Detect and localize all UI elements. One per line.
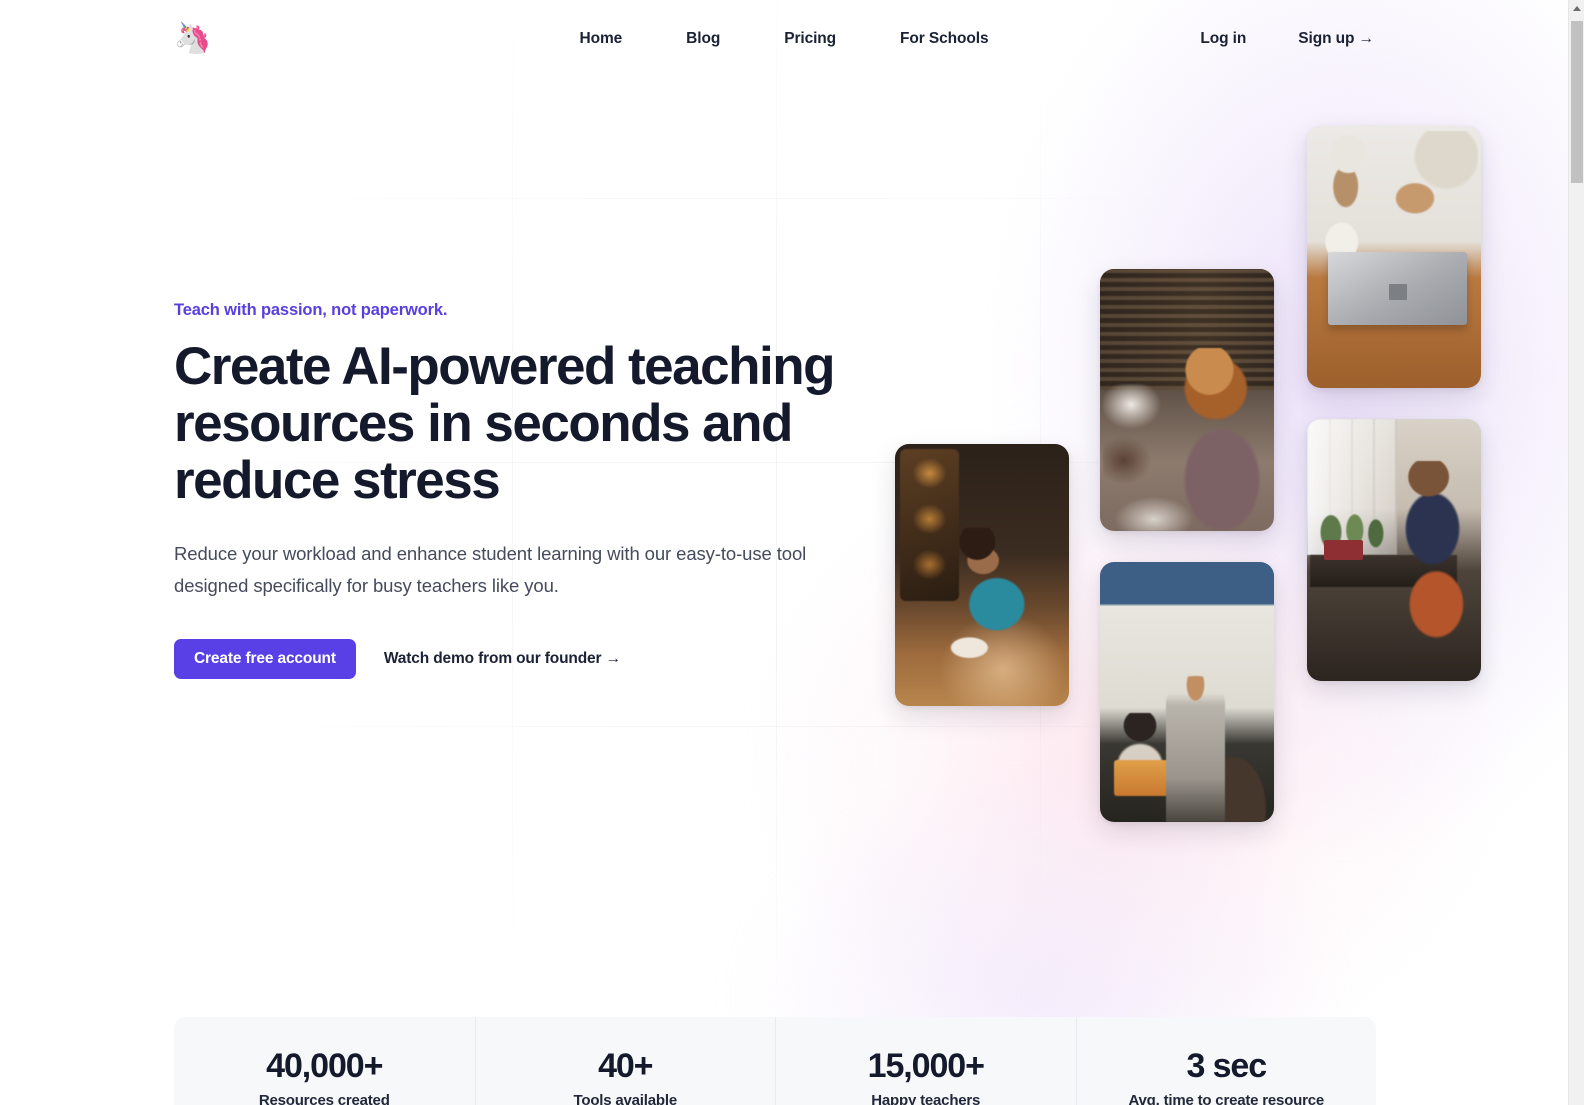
scrollbar-thumb[interactable] — [1571, 21, 1583, 183]
page-root: 🦄 Home Blog Pricing For Schools Log in S… — [0, 0, 1568, 1105]
photo-woman-laptop[interactable] — [1100, 269, 1274, 531]
photo-classroom-foreground-head — [1197, 718, 1271, 822]
page-title: Create AI-powered teaching resources in … — [174, 337, 835, 511]
stat-avg-time: 3 sec Avg. time to create resource — [1075, 1017, 1377, 1105]
stat-label: Resources created — [258, 1091, 390, 1105]
nav-item-home[interactable]: Home — [579, 30, 622, 48]
stat-label: Tools available — [573, 1091, 678, 1105]
browser-viewport: 🦄 Home Blog Pricing For Schools Log in S… — [0, 0, 1584, 1105]
stat-resources-created: 40,000+ Resources created — [174, 1017, 475, 1105]
watch-demo-link[interactable]: Watch demo from our founder → — [384, 650, 621, 668]
photo-girl-studying-window[interactable] — [1307, 419, 1481, 681]
stat-value: 40+ — [598, 1047, 653, 1085]
photo-child-drawing-image — [895, 444, 1069, 706]
photo-man-writing-image — [1307, 126, 1481, 388]
caret-up-icon — [1572, 5, 1581, 11]
stat-value: 40,000+ — [266, 1047, 383, 1085]
photo-girl-studying-image — [1307, 419, 1481, 681]
site-header: 🦄 Home Blog Pricing For Schools Log in S… — [0, 0, 1568, 78]
photo-woman-figure — [1169, 347, 1274, 531]
nav-item-blog[interactable]: Blog — [686, 30, 720, 48]
stat-label: Happy teachers — [871, 1091, 981, 1105]
stat-happy-teachers: 15,000+ Happy teachers — [775, 1017, 1076, 1105]
stat-tools-available: 40+ Tools available — [474, 1017, 776, 1105]
photo-classroom-hand-raised[interactable] — [1100, 562, 1274, 822]
photo-laptop — [1327, 251, 1468, 326]
create-free-account-button[interactable]: Create free account — [174, 639, 356, 680]
photo-woman-laptop-image — [1100, 269, 1274, 531]
nav-item-for-schools[interactable]: For Schools — [900, 30, 989, 48]
stat-label: Avg. time to create resource — [1128, 1091, 1325, 1105]
stats-strip: 40,000+ Resources created 40+ Tools avai… — [174, 1017, 1376, 1105]
nav-item-pricing[interactable]: Pricing — [784, 30, 836, 48]
page-scrollbar[interactable] — [1568, 0, 1584, 1105]
photo-child-drawing[interactable] — [895, 444, 1069, 706]
stat-value: 15,000+ — [867, 1047, 985, 1085]
photo-red-book — [1324, 539, 1363, 561]
main-navigation: Home Blog Pricing For Schools — [0, 30, 1568, 48]
stat-value: 3 sec — [1186, 1047, 1267, 1085]
photo-classroom-desk — [1113, 759, 1187, 796]
photo-classroom-image — [1100, 562, 1274, 822]
photo-man-writing-laptop[interactable] — [1307, 126, 1481, 388]
scrollbar-up-arrow[interactable] — [1569, 0, 1584, 16]
hero-subheading: Reduce your workload and enhance student… — [174, 542, 807, 596]
